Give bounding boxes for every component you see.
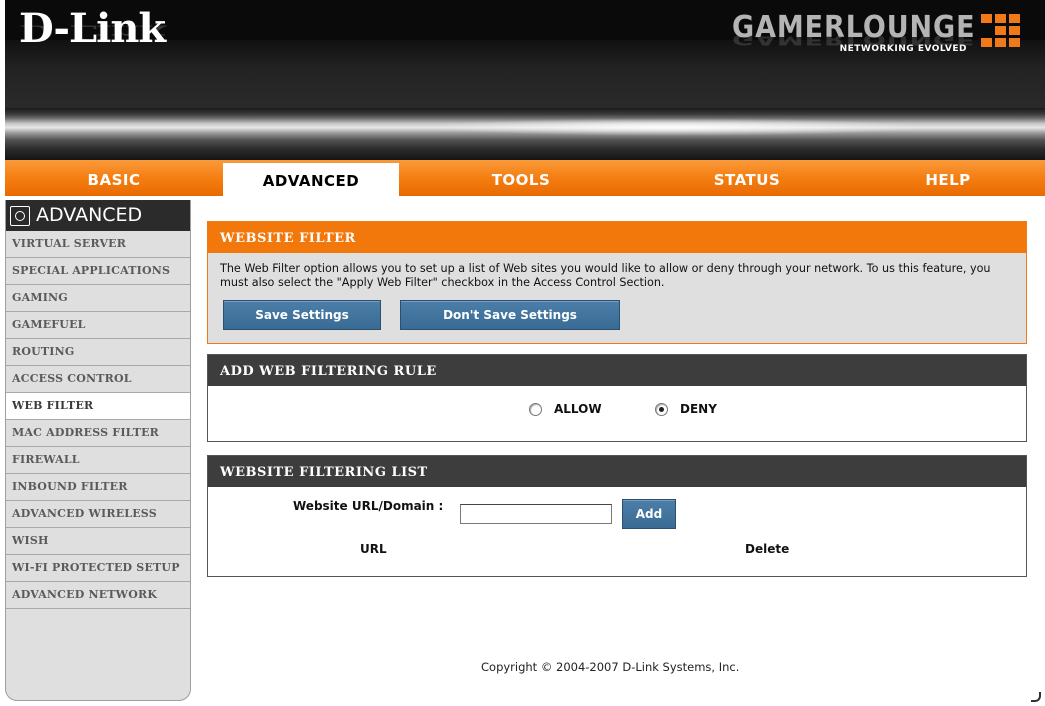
sidebar-item-web-filter[interactable]: WEB FILTER	[6, 393, 190, 420]
gamerlounge-squares-icon	[981, 14, 1023, 48]
tab-tools[interactable]: TOOLS	[399, 160, 643, 196]
allow-radio[interactable]	[529, 402, 542, 416]
sidebar-item-wish[interactable]: WISH	[6, 528, 190, 555]
sidebar-item-virtual-server[interactable]: VIRTUAL SERVER	[6, 231, 190, 258]
allow-label: ALLOW	[554, 402, 602, 416]
column-header-delete: Delete	[745, 542, 790, 556]
url-field-label: Website URL/Domain :	[293, 499, 444, 513]
sidebar-item-access-control[interactable]: ACCESS CONTROL	[6, 366, 190, 393]
column-header-url: URL	[360, 542, 387, 556]
sidebar-item-gaming[interactable]: GAMING	[6, 285, 190, 312]
sidebar-item-gamefuel[interactable]: GAMEFUEL	[6, 312, 190, 339]
website-filter-panel: WEBSITE FILTER The Web Filter option all…	[207, 221, 1027, 344]
tab-advanced[interactable]: ADVANCED	[223, 163, 399, 196]
sidebar-item-advanced-network[interactable]: ADVANCED NETWORK	[6, 582, 190, 609]
gamerlounge-logo: GAMERLOUNGE NETWORKING EVOLVED GAMERLOUN…	[732, 10, 1023, 70]
deny-label: DENY	[680, 402, 717, 416]
url-input[interactable]	[460, 504, 612, 524]
sidebar-header: ADVANCED	[6, 200, 190, 231]
advanced-icon	[10, 205, 30, 226]
filtering-list-title: WEBSITE FILTERING LIST	[208, 456, 1026, 487]
copyright-footer: Copyright © 2004-2007 D-Link Systems, In…	[481, 660, 740, 674]
header-banner: D-Link D-Link GAMERLOUNGE NETWORKING EVO…	[5, 0, 1045, 160]
filtering-list-panel: WEBSITE FILTERING LIST Website URL/Domai…	[207, 455, 1027, 577]
add-button[interactable]: Add	[622, 499, 676, 529]
add-rule-title: ADD WEB FILTERING RULE	[208, 355, 1026, 386]
allow-option[interactable]: ALLOW	[529, 402, 602, 416]
sidebar-item-routing[interactable]: ROUTING	[6, 339, 190, 366]
tab-help[interactable]: HELP	[851, 160, 1045, 196]
website-filter-description: The Web Filter option allows you to set …	[220, 262, 991, 289]
sidebar-item-wifi-protected-setup[interactable]: WI-FI PROTECTED SETUP	[6, 555, 190, 582]
tab-basic[interactable]: BASIC	[5, 160, 223, 196]
sidebar: ADVANCED VIRTUAL SERVER SPECIAL APPLICAT…	[5, 200, 191, 701]
save-settings-button[interactable]: Save Settings	[223, 300, 381, 330]
sidebar-item-special-applications[interactable]: SPECIAL APPLICATIONS	[6, 258, 190, 285]
sidebar-title: ADVANCED	[36, 204, 143, 226]
gamerlounge-reflection: GAMERLOUNGE	[731, 30, 975, 49]
dont-save-settings-button[interactable]: Don't Save Settings	[400, 300, 620, 330]
sidebar-item-mac-address-filter[interactable]: MAC ADDRESS FILTER	[6, 420, 190, 447]
tab-status[interactable]: STATUS	[643, 160, 851, 196]
website-filter-title: WEBSITE FILTER	[208, 222, 1026, 253]
dlink-logo-reflection: D-Link	[19, 20, 166, 45]
sidebar-item-inbound-filter[interactable]: INBOUND FILTER	[6, 474, 190, 501]
sidebar-item-advanced-wireless[interactable]: ADVANCED WIRELESS	[6, 501, 190, 528]
deny-radio[interactable]	[655, 402, 668, 416]
top-nav: BASIC ADVANCED TOOLS STATUS HELP	[5, 160, 1045, 196]
window-corner-decoration	[1031, 692, 1041, 702]
sidebar-item-firewall[interactable]: FIREWALL	[6, 447, 190, 474]
add-rule-panel: ADD WEB FILTERING RULE ALLOW DENY	[207, 354, 1027, 442]
header-band-shine	[425, 118, 925, 136]
deny-option[interactable]: DENY	[655, 402, 717, 416]
